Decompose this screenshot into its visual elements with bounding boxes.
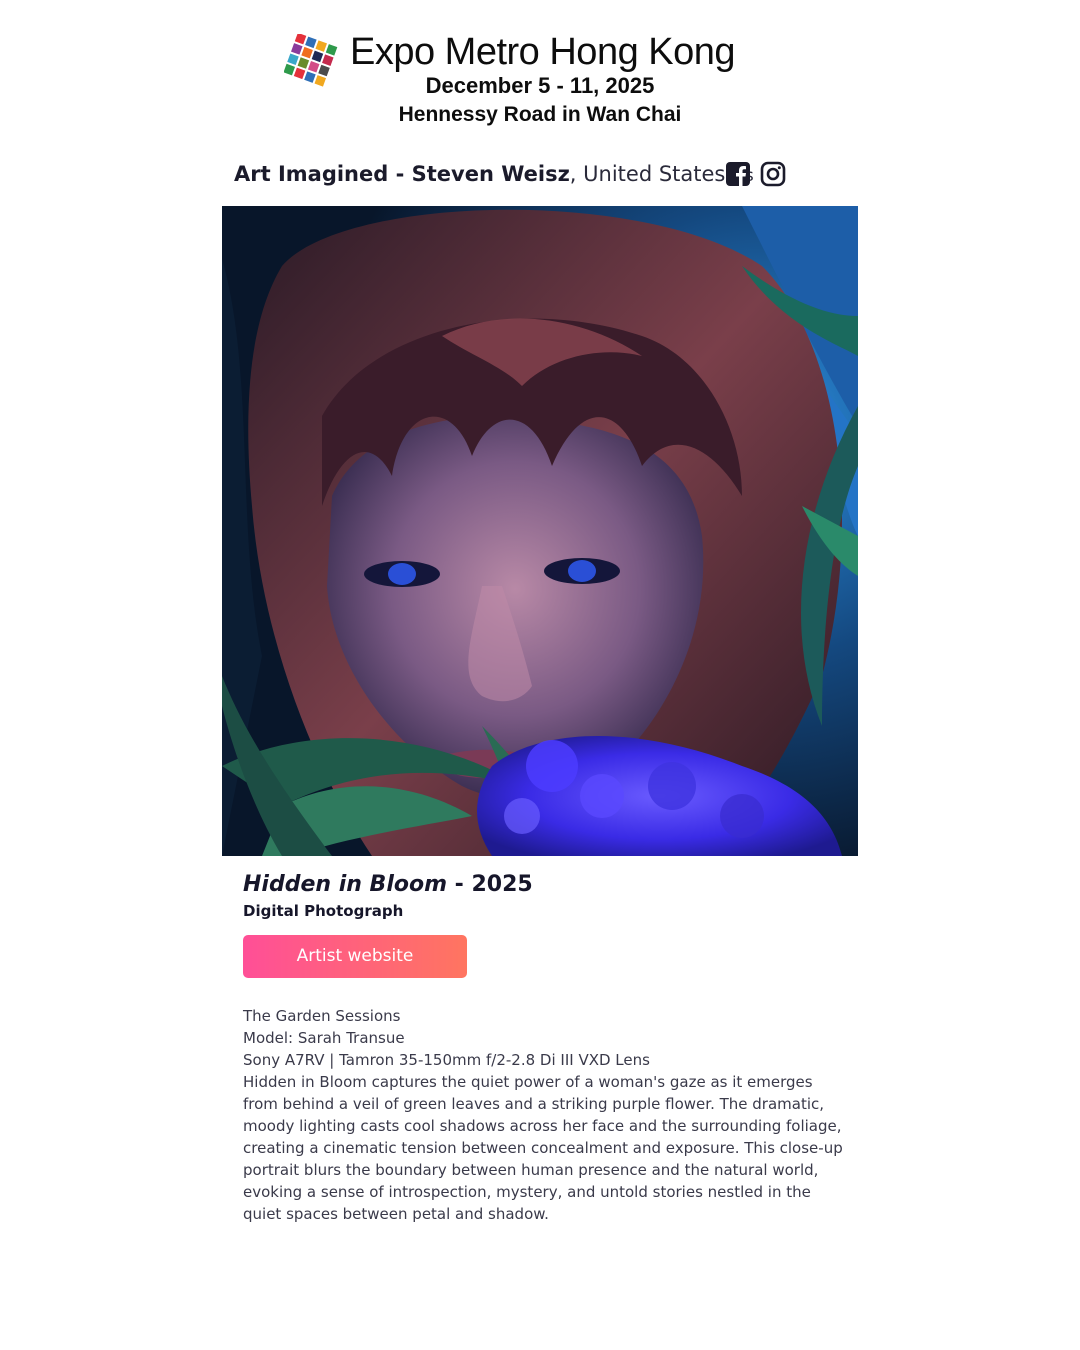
expo-title: Expo Metro Hong Kong xyxy=(350,31,736,73)
expo-dates: December 5 - 11, 2025 xyxy=(425,73,655,98)
expo-header: Expo Metro Hong Kong December 5 - 11, 20… xyxy=(0,0,1080,140)
artwork-description: The Garden Sessions Model: Sarah Transue… xyxy=(243,1005,843,1225)
facebook-icon[interactable] xyxy=(725,161,751,187)
description-body: Hidden in Bloom captures the quiet power… xyxy=(243,1073,843,1223)
portrait-photo xyxy=(222,206,858,856)
expo-location: Hennessy Road in Wan Chai xyxy=(398,103,682,126)
artist-name[interactable]: Art Imagined - Steven Weisz xyxy=(234,162,570,186)
description-model: Model: Sarah Transue xyxy=(243,1029,405,1047)
artwork-image[interactable] xyxy=(222,206,858,856)
description-series: The Garden Sessions xyxy=(243,1007,401,1025)
artist-bar: Art Imagined - Steven Weisz, United Stat… xyxy=(222,152,858,196)
artist-website-button[interactable]: Artist website xyxy=(243,935,467,978)
description-gear: Sony A7RV | Tamron 35-150mm f/2-2.8 Di I… xyxy=(243,1051,650,1069)
instagram-icon[interactable] xyxy=(760,161,786,187)
artist-line: Art Imagined - Steven Weisz, United Stat… xyxy=(234,160,754,190)
artwork-medium: Digital Photograph xyxy=(243,902,404,920)
artist-country: , United States xyxy=(569,162,726,186)
artwork-title-text: Hidden in Bloom xyxy=(243,872,448,897)
artwork-year: - 2025 xyxy=(447,872,533,897)
artwork-title: Hidden in Bloom - 2025 xyxy=(243,870,533,900)
